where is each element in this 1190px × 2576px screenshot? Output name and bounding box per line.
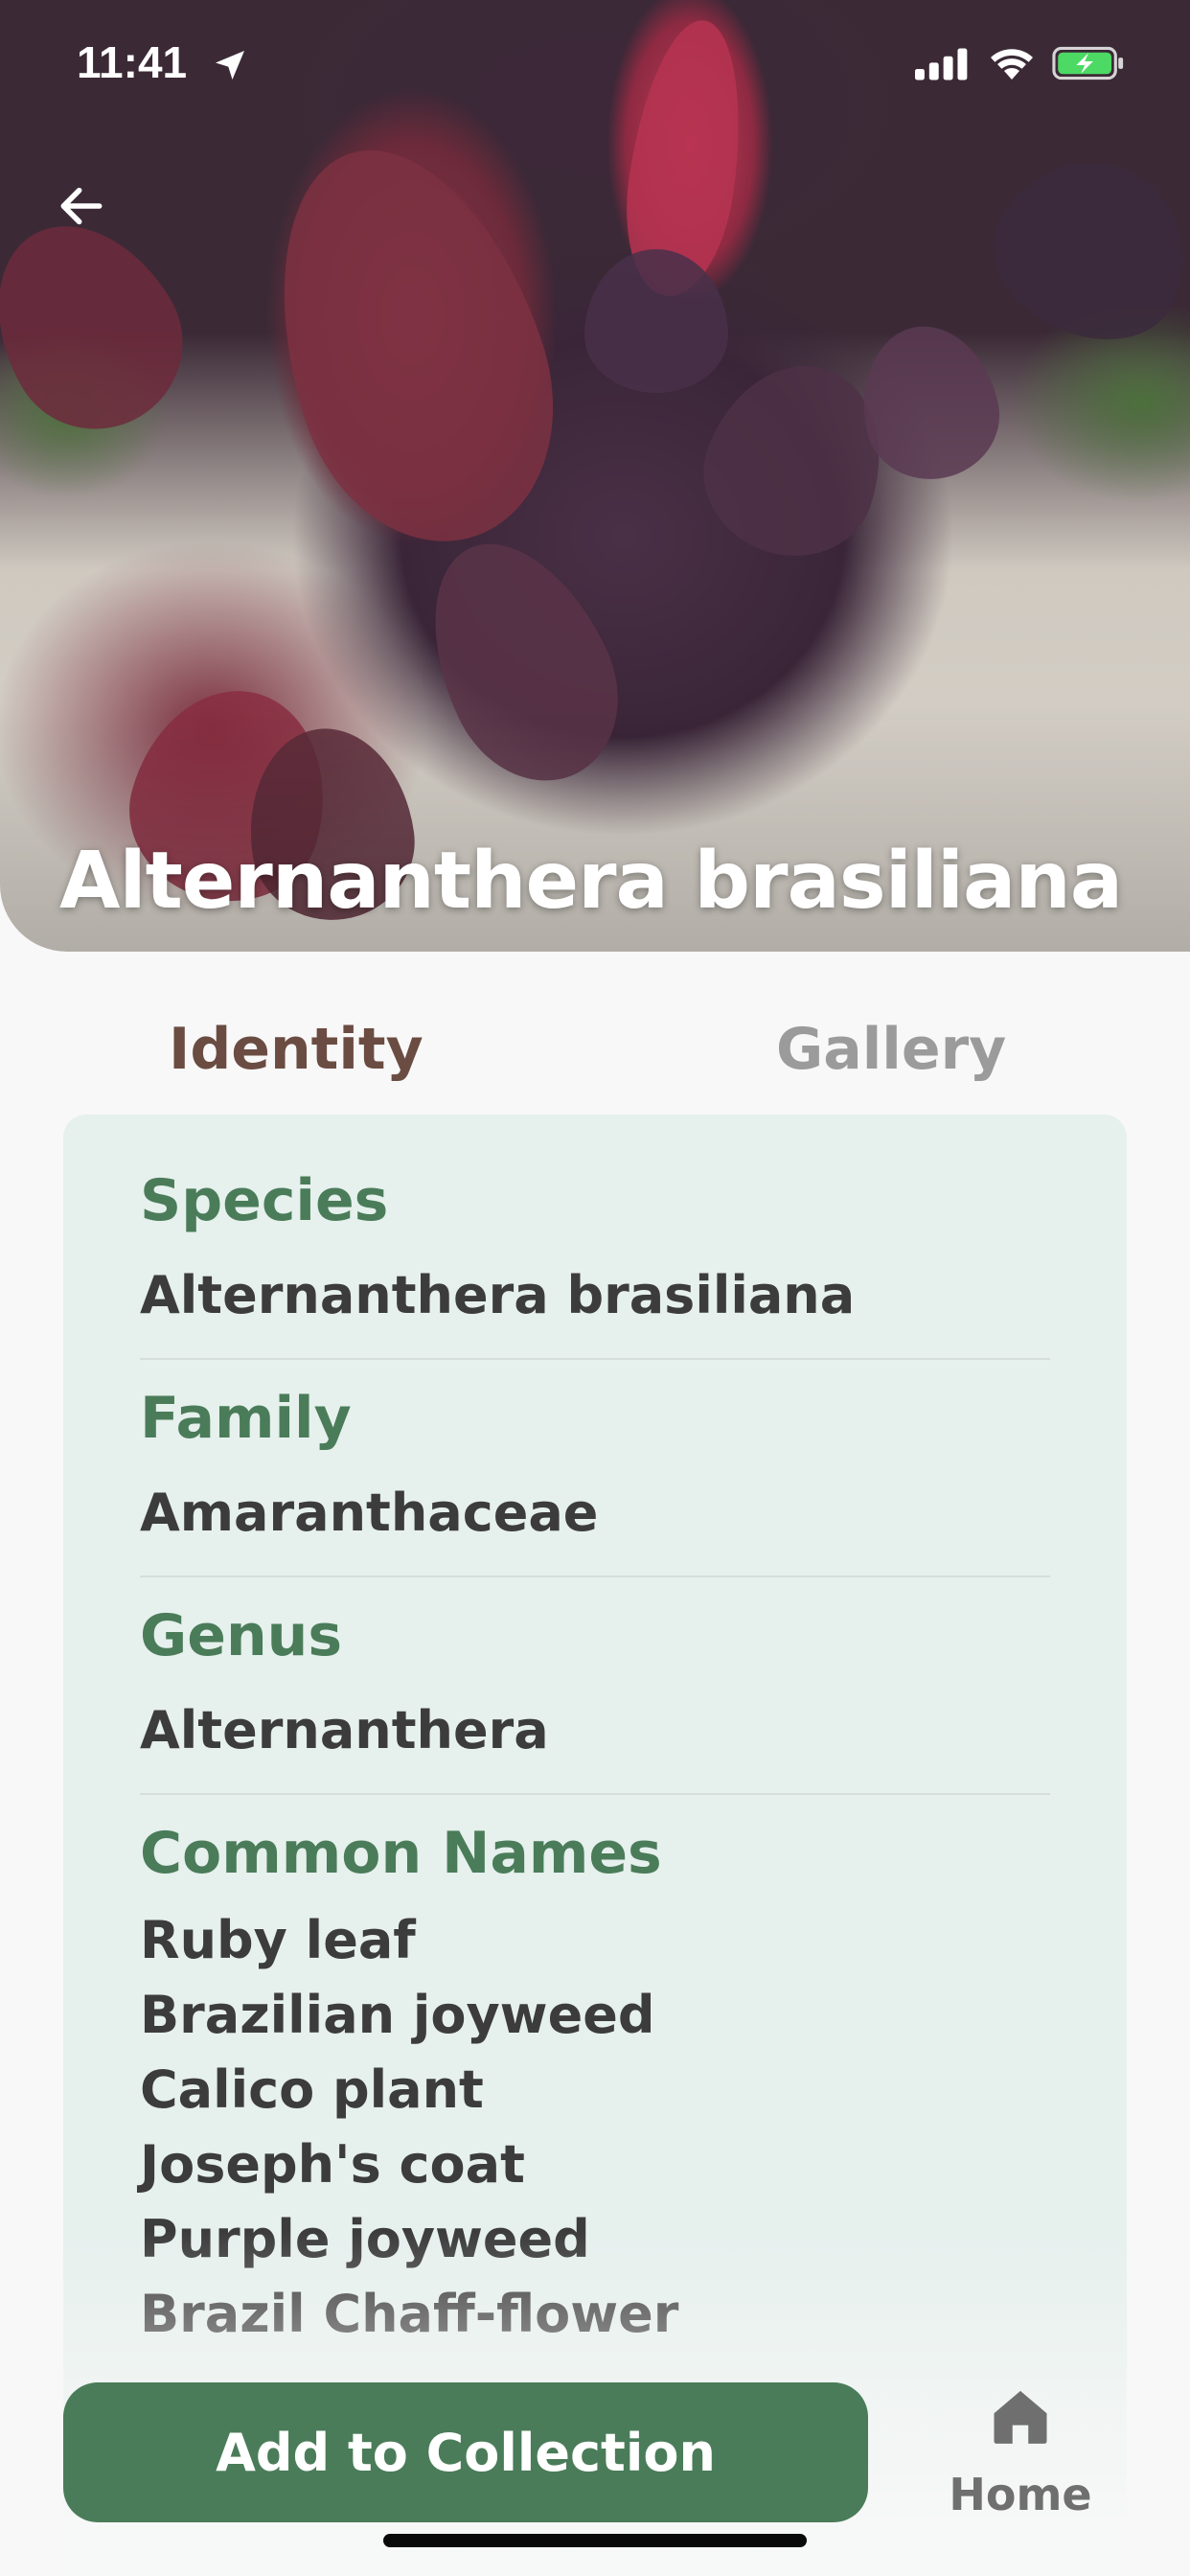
common-name-item: Purple joyweed bbox=[140, 2209, 590, 2269]
tab-gallery[interactable]: Gallery bbox=[776, 1006, 1006, 1092]
common-names-label: Common Names bbox=[140, 1820, 662, 1887]
battery-charging-icon bbox=[1052, 46, 1124, 80]
genus-label: Genus bbox=[140, 1602, 343, 1669]
common-names-section: Common Names Ruby leaf Brazilian joyweed… bbox=[140, 1825, 1050, 2352]
common-names-list: Ruby leaf Brazilian joyweed Calico plant… bbox=[140, 1903, 1050, 2352]
divider bbox=[140, 1793, 1050, 1795]
tab-identity[interactable]: Identity bbox=[169, 1006, 423, 1092]
location-arrow-icon bbox=[216, 51, 244, 80]
back-button[interactable] bbox=[48, 172, 115, 240]
species-value: Alternanthera brasiliana bbox=[140, 1265, 856, 1325]
common-name-item: Brazilian joyweed bbox=[140, 1985, 655, 2045]
genus-value: Alternanthera bbox=[140, 1700, 549, 1760]
common-name-item: Joseph's coat bbox=[140, 2134, 525, 2195]
add-to-collection-button[interactable]: Add to Collection bbox=[63, 2382, 868, 2522]
identity-card: Species Alternanthera brasiliana Family … bbox=[63, 1115, 1127, 2576]
species-section: Species Alternanthera brasiliana bbox=[140, 1172, 1050, 1322]
home-label: Home bbox=[949, 2469, 1092, 2520]
plant-hero-image bbox=[0, 0, 1190, 952]
family-value: Amaranthaceae bbox=[140, 1483, 599, 1543]
common-name-item: Brazil Chaff-flower bbox=[140, 2284, 679, 2344]
common-name-item: Ruby leaf bbox=[140, 1910, 416, 1970]
wifi-icon bbox=[991, 49, 1033, 80]
home-icon bbox=[994, 2390, 1047, 2444]
home-indicator bbox=[383, 2534, 807, 2547]
home-nav-button[interactable]: Home bbox=[934, 2384, 1107, 2528]
status-time: 11:41 bbox=[77, 37, 188, 87]
divider bbox=[140, 1576, 1050, 1577]
plant-title: Alternanthera brasiliana bbox=[59, 836, 1123, 927]
status-bar: 11:41 bbox=[0, 0, 1190, 134]
genus-section: Genus Alternanthera bbox=[140, 1607, 1050, 1757]
species-label: Species bbox=[140, 1167, 389, 1234]
common-name-item: Calico plant bbox=[140, 2059, 484, 2120]
back-arrow-icon bbox=[60, 187, 103, 225]
family-section: Family Amaranthaceae bbox=[140, 1390, 1050, 1539]
family-label: Family bbox=[140, 1385, 352, 1452]
divider bbox=[140, 1358, 1050, 1360]
signal-icon bbox=[915, 48, 968, 80]
plant-detail-screen: 11:41 Alternanthera brasiliana Identity … bbox=[0, 0, 1190, 2576]
